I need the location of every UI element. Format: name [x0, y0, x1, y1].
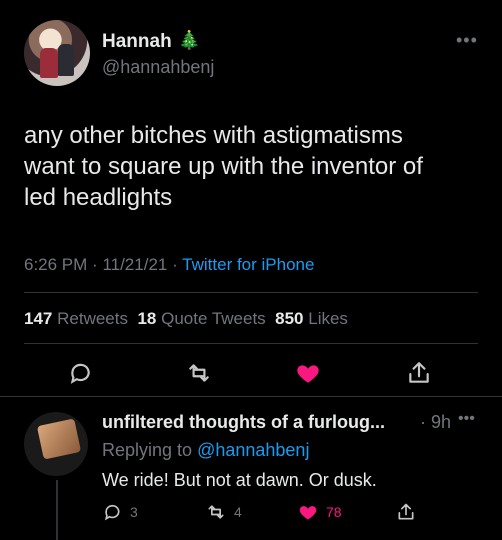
- retweet-count: 4: [234, 504, 242, 520]
- more-dots-icon[interactable]: •••: [456, 30, 478, 51]
- heart-icon[interactable]: [295, 360, 323, 388]
- avatar[interactable]: [24, 412, 88, 476]
- share-icon[interactable]: [406, 360, 434, 388]
- replying-handle-link[interactable]: @hannahbenj: [197, 440, 309, 460]
- meta-separator: ·: [92, 255, 103, 274]
- user-handle[interactable]: @hannahbenj: [102, 57, 214, 78]
- display-name[interactable]: Hannah: [102, 31, 172, 53]
- reply-reply-button[interactable]: 3: [102, 502, 138, 522]
- tweet-meta: 6:26 PM · 11/21/21 · Twitter for iPhone: [24, 255, 314, 275]
- christmas-tree-emoji: 🎄: [178, 30, 201, 50]
- avatar-image: [36, 418, 82, 460]
- replying-to: Replying to @hannahbenj: [102, 440, 310, 460]
- reply-display-name[interactable]: unfiltered thoughts of a furloug...: [102, 412, 385, 433]
- tweet-text-line: any other bitches with astigmatisms: [24, 122, 403, 149]
- reply-like-button[interactable]: 78: [298, 502, 342, 522]
- avatar-figure: [40, 48, 58, 78]
- reply-text: We ride! But not at dawn. Or dusk.: [102, 470, 377, 490]
- tweet-time[interactable]: 6:26 PM: [24, 255, 87, 274]
- divider: [24, 292, 478, 293]
- share-icon: [398, 503, 414, 520]
- reply-retweet-button[interactable]: 4: [206, 502, 242, 522]
- heart-icon: [299, 506, 317, 520]
- reply-time[interactable]: · 9h: [420, 412, 451, 433]
- tweet-date[interactable]: 11/21/21: [102, 255, 167, 274]
- meta-separator: ·: [172, 255, 183, 274]
- retweets-stat[interactable]: 147 Retweets: [24, 309, 128, 328]
- tweet-stats: 147 Retweets 18 Quote Tweets 850 Likes: [24, 309, 348, 329]
- reply-icon[interactable]: [67, 360, 95, 388]
- reply-count: 3: [130, 504, 138, 520]
- thread-line: [56, 480, 58, 540]
- likes-stat[interactable]: 850 Likes: [275, 309, 348, 328]
- more-dots-icon[interactable]: •••: [458, 410, 475, 428]
- tweet-text-line: want to square up with the inventor of: [24, 153, 423, 180]
- retweet-icon: [208, 505, 224, 519]
- reply-share-button[interactable]: [396, 502, 416, 522]
- tweet-text-line: led headlights: [24, 184, 173, 211]
- reply-icon: [104, 504, 120, 521]
- avatar[interactable]: [24, 20, 90, 86]
- retweet-icon[interactable]: [186, 360, 214, 388]
- like-count: 78: [326, 504, 342, 520]
- tweet-source[interactable]: Twitter for iPhone: [182, 255, 314, 274]
- avatar-figure: [58, 44, 74, 76]
- divider: [24, 343, 478, 344]
- tweet-text: any other bitches with astigmatisms want…: [24, 120, 484, 213]
- quote-tweets-stat[interactable]: 18 Quote Tweets: [137, 309, 265, 328]
- divider: [0, 396, 502, 397]
